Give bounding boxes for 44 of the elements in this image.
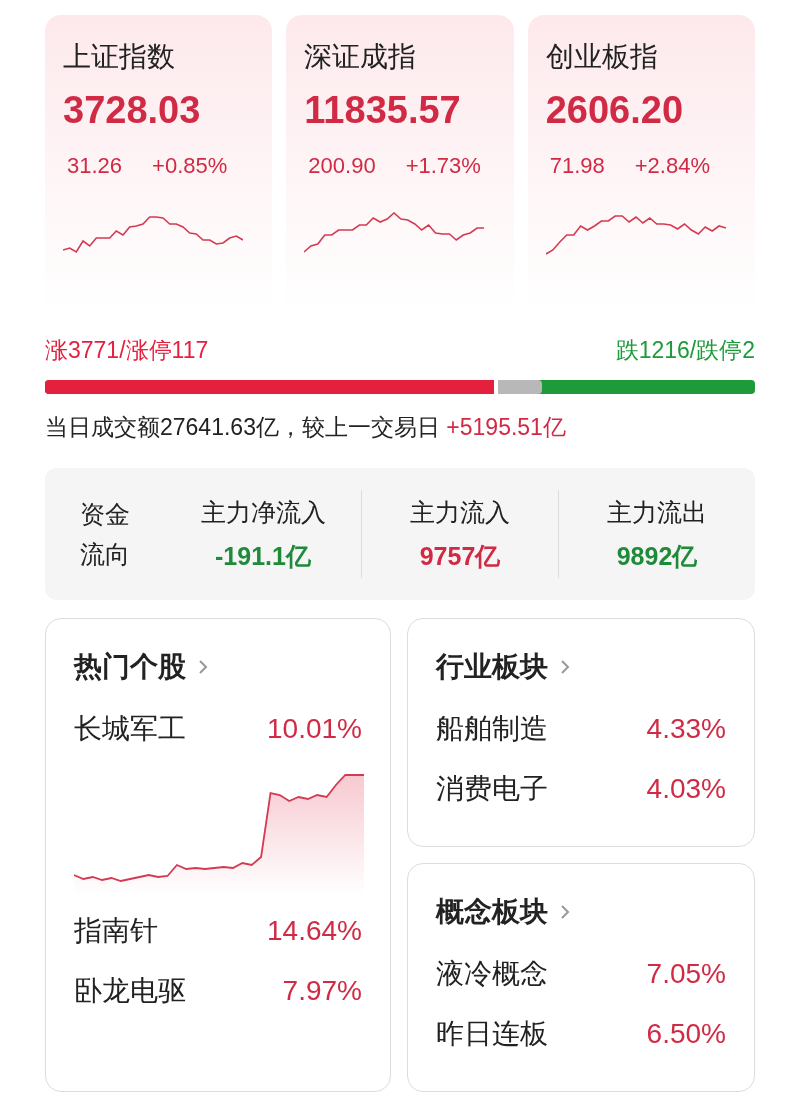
- change-percent: 7.97%: [282, 974, 362, 1008]
- change-percent: 14.64%: [267, 914, 362, 948]
- fund-flow-title: 资金: [80, 499, 130, 530]
- flow-value: 9892亿: [616, 541, 698, 572]
- change-percent: 10.01%: [267, 712, 362, 746]
- card-title[interactable]: 概念板块: [436, 891, 548, 933]
- index-value: 11835.57: [304, 91, 462, 129]
- decline-count: 跌1216/跌停2: [615, 336, 755, 365]
- index-name: 上证指数: [63, 43, 176, 71]
- card-title[interactable]: 热门个股: [74, 646, 186, 688]
- flow-value: -191.1亿: [215, 541, 311, 572]
- flow-value: 9757亿: [419, 541, 501, 572]
- turnover-change: +5195.51亿: [446, 413, 566, 440]
- change-points: 31.26: [67, 152, 123, 180]
- stock-name[interactable]: 消费电子: [436, 768, 548, 810]
- flow-label: 主力净流入: [200, 497, 326, 528]
- change-percent: 7.05%: [646, 957, 726, 991]
- change-points: 200.90: [308, 152, 376, 180]
- change-percent: 6.50%: [646, 1017, 726, 1051]
- change-percent: 4.33%: [646, 712, 726, 746]
- chevron-right-icon: [198, 659, 208, 675]
- advance-count: 涨3771/涨停117: [45, 336, 209, 365]
- change-percent: +1.73%: [405, 152, 481, 180]
- index-name: 深证成指: [304, 43, 418, 71]
- stock-name[interactable]: 昨日连板: [436, 1013, 548, 1055]
- card-title[interactable]: 行业板块: [436, 646, 548, 688]
- index-name: 创业板指: [545, 43, 659, 71]
- stock-name[interactable]: 卧龙电驱: [74, 970, 186, 1012]
- chevron-right-icon: [560, 659, 570, 675]
- change-points: 71.98: [549, 152, 605, 180]
- index-value: 2606.20: [545, 91, 685, 129]
- fund-flow-title: 流向: [80, 539, 130, 570]
- change-percent: +2.84%: [634, 152, 710, 180]
- stock-name[interactable]: 长城军工: [74, 708, 186, 750]
- stock-name[interactable]: 液冷概念: [436, 953, 548, 995]
- chevron-right-icon: [560, 904, 570, 920]
- turnover-text: 当日成交额27641.63亿，较上一交易日: [45, 413, 440, 440]
- stock-name[interactable]: 船舶制造: [436, 708, 548, 750]
- flow-label: 主力流入: [410, 497, 510, 528]
- change-percent: +0.85%: [152, 152, 228, 180]
- stock-name[interactable]: 指南针: [74, 910, 158, 952]
- index-value: 3728.03: [63, 91, 202, 129]
- flow-label: 主力流出: [607, 497, 707, 528]
- change-percent: 4.03%: [646, 772, 726, 806]
